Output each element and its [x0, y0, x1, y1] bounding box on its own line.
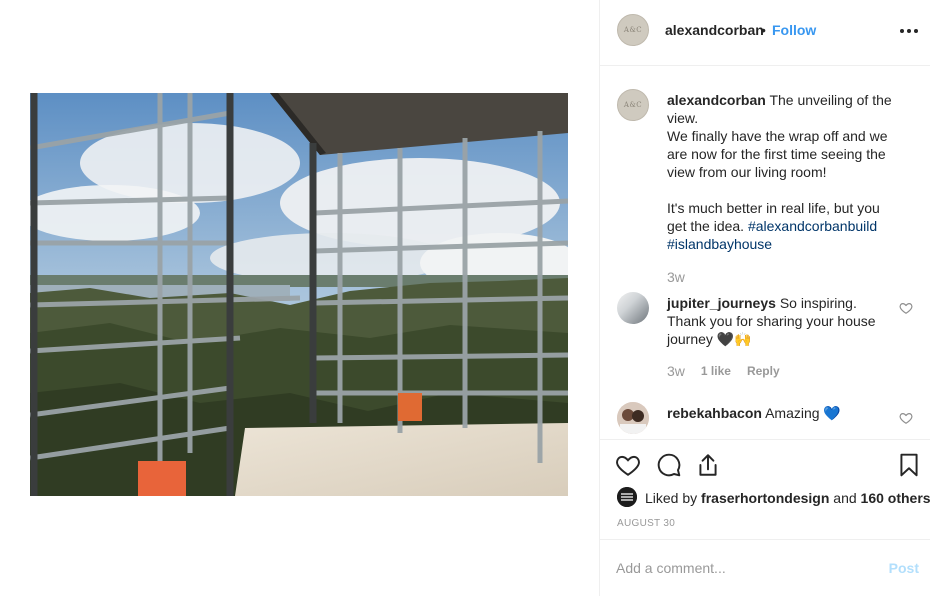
comment-likes-count[interactable]: 1 like	[701, 364, 731, 378]
comments-list[interactable]: A&C alexandcorban The unveiling of the v…	[600, 67, 930, 439]
heart-icon[interactable]	[615, 452, 641, 478]
comment-emoji: 💙	[823, 405, 841, 421]
scaffolding-view-image	[30, 93, 568, 496]
caption-timestamp[interactable]: 3w	[667, 269, 685, 285]
bookmark-icon[interactable]	[896, 452, 922, 478]
post-side-panel: A&C alexandcorban • Follow A&C alexandco…	[599, 0, 930, 596]
add-comment-bar: Post	[600, 539, 930, 596]
small-heart-icon[interactable]	[899, 411, 913, 425]
comment-icon[interactable]	[656, 452, 682, 478]
likes-others-link[interactable]: 160 others	[861, 490, 930, 506]
liker-logo-icon	[617, 487, 637, 507]
post-actions: Liked by fraserhortondesign and 160 othe…	[600, 439, 930, 539]
likes-middle: and	[833, 490, 857, 506]
likes-summary: Liked by fraserhortondesign and 160 othe…	[645, 490, 930, 506]
reply-button[interactable]: Reply	[747, 364, 780, 378]
share-icon[interactable]	[695, 452, 721, 478]
more-icon[interactable]	[900, 22, 918, 40]
author-username[interactable]: alexandcorban	[665, 22, 764, 38]
post-header: A&C alexandcorban • Follow	[600, 0, 930, 66]
comment-username[interactable]: jupiter_journeys	[667, 295, 776, 311]
author-avatar-text: A&C	[623, 26, 643, 34]
caption: alexandcorban The unveiling of the view.…	[667, 91, 897, 253]
small-heart-icon[interactable]	[899, 301, 913, 315]
caption-avatar-text: A&C	[623, 101, 643, 109]
author-avatar[interactable]: A&C	[617, 14, 649, 46]
comment-text: Amazing	[765, 405, 820, 421]
caption-line-2: We finally have the wrap off and we are …	[667, 128, 888, 180]
add-comment-input[interactable]	[616, 558, 876, 578]
comment-item: rebekahbacon Amazing 💙	[667, 404, 892, 422]
liker-username[interactable]: fraserhortondesign	[701, 490, 829, 506]
comment-username[interactable]: rebekahbacon	[667, 405, 762, 421]
likes-prefix: Liked by	[645, 490, 698, 506]
post-media	[0, 0, 599, 596]
header-separator: •	[761, 22, 766, 38]
commenter-photo	[617, 402, 649, 434]
comment-item: jupiter_journeys So inspiring. Thank you…	[667, 294, 892, 348]
post-comment-button[interactable]: Post	[889, 560, 919, 576]
comment-timestamp[interactable]: 3w	[667, 363, 685, 379]
commenter-avatar[interactable]	[617, 292, 649, 324]
liker-avatar[interactable]	[617, 487, 637, 507]
post-date[interactable]: AUGUST 30	[617, 518, 675, 529]
caption-avatar[interactable]: A&C	[617, 89, 649, 121]
comment-meta: 3w 1 like Reply	[667, 363, 780, 379]
comment-emoji: 🖤🙌	[716, 331, 752, 347]
hashtag-link[interactable]: #alexandcorbanbuild	[748, 218, 877, 234]
caption-username[interactable]: alexandcorban	[667, 92, 766, 108]
hashtag-link[interactable]: #islandbayhouse	[667, 236, 772, 252]
post-photo[interactable]	[30, 93, 568, 496]
follow-button[interactable]: Follow	[772, 22, 816, 38]
commenter-avatar[interactable]	[617, 402, 649, 434]
